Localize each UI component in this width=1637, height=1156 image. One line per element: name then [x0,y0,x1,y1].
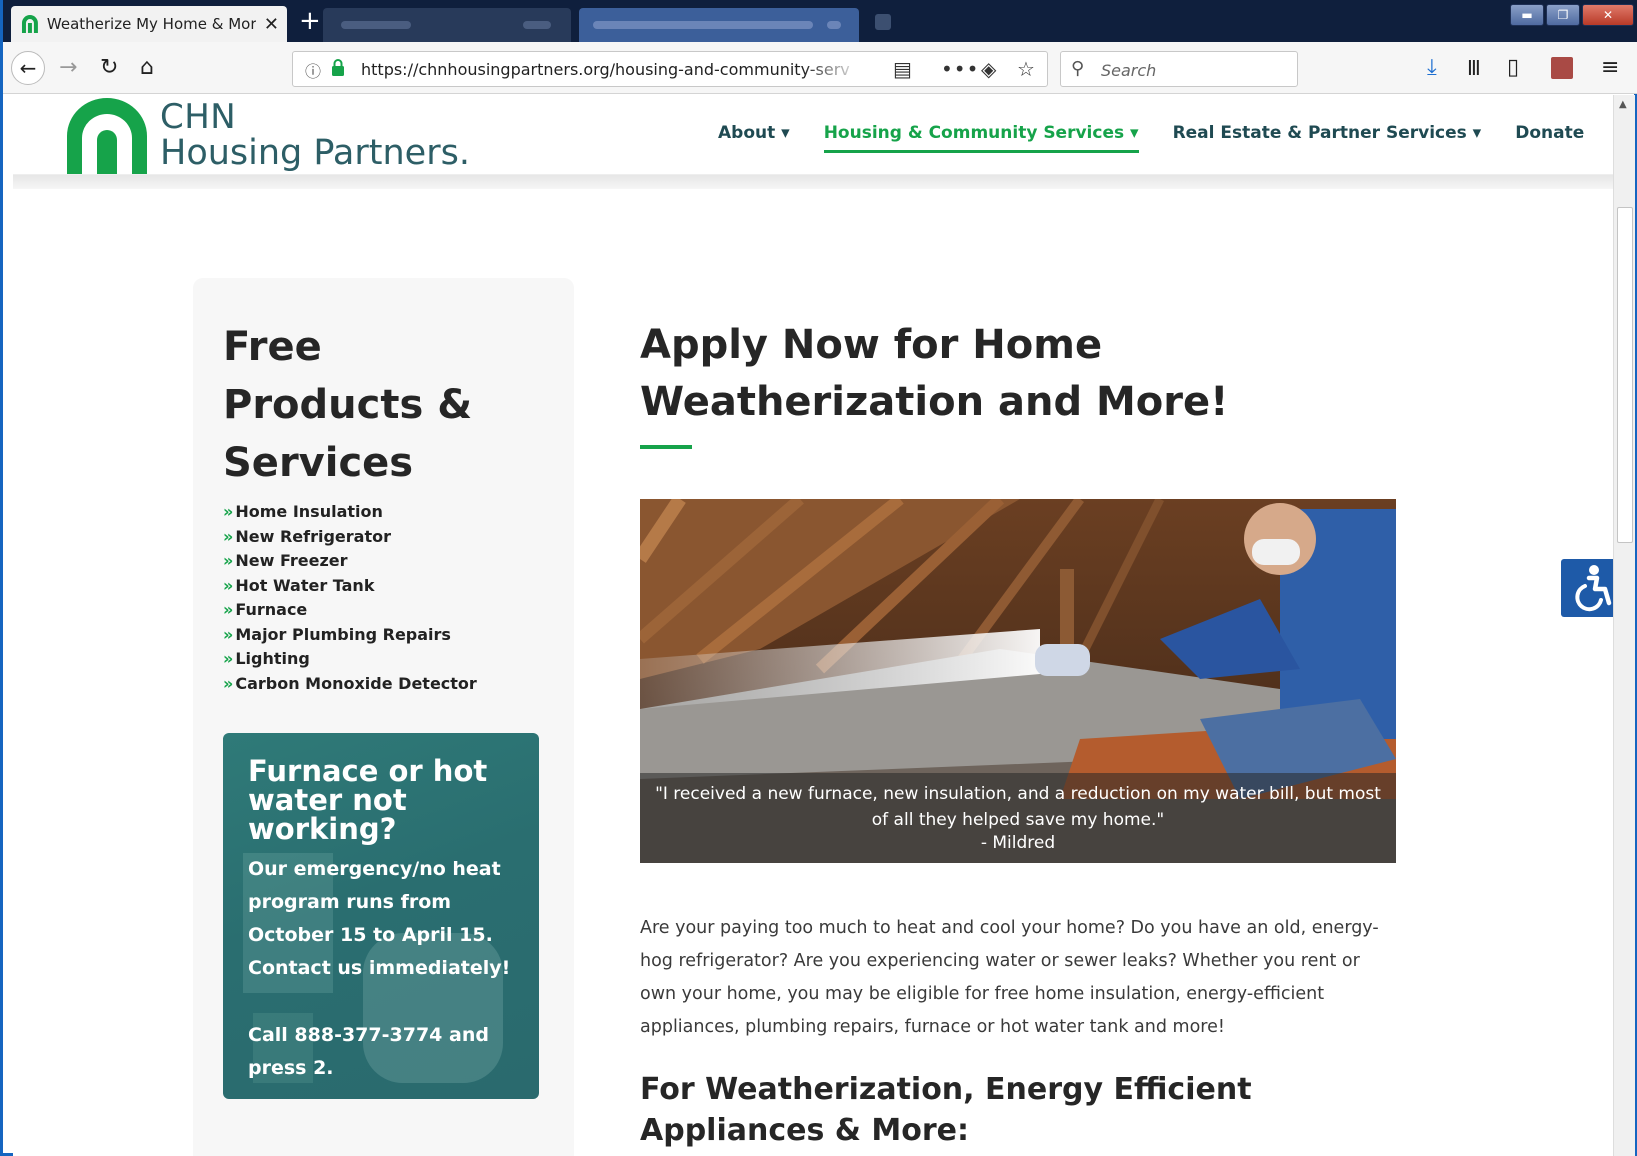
pdf-extension-icon[interactable] [1551,57,1573,79]
page-viewport: CHN Housing Partners. About ▾ Housing & … [13,95,1613,1156]
chevron-right-icon: » [223,673,234,693]
browser-window: Weatherize My Home & More | ✕ + ▬ ❐ ✕ ← … [0,0,1637,1156]
sidebar: Free Products & Services » Home Insulatio… [193,278,574,1156]
site-header: CHN Housing Partners. About ▾ Housing & … [13,95,1613,175]
logo-text-housing-partners[interactable]: Housing Partners. [160,133,470,173]
chevron-right-icon: » [223,502,234,521]
pocket-icon[interactable]: ◈ [981,57,996,81]
nav-housing-community-services[interactable]: Housing & Community Services ▾ [823,123,1139,153]
sidebar-item-carbon-monoxide-detector[interactable]: » Carbon Monoxide Detector [223,672,477,697]
url-text[interactable]: https://chnhousingpartners.org/housing-a… [361,60,851,79]
page-scrollbar[interactable]: ▲ [1613,95,1635,1156]
nav-real-estate-partner-services[interactable]: Real Estate & Partner Services ▾ [1173,123,1482,153]
chevron-right-icon: » [223,624,234,644]
home-icon[interactable]: ⌂ [140,54,154,82]
tab-overflow-icon[interactable] [875,14,891,30]
sidebar-item-home-insulation[interactable]: » Home Insulation [223,500,477,525]
heading-underline [640,445,692,449]
search-placeholder: Search [1101,61,1157,80]
sidebar-item-new-refrigerator[interactable]: » New Refrigerator [223,525,477,550]
reload-icon[interactable]: ↻ [100,54,118,82]
emergency-promo-card: Furnace or hot water not working? Our em… [223,733,539,1099]
testimonial-attribution: - Mildred [980,833,1056,853]
new-tab-button[interactable]: + [299,6,321,36]
promo-heading: Furnace or hot water not working? [248,754,488,846]
promo-call-text: Call 888-377-3774 and press 2. [248,1024,489,1079]
tab-background[interactable] [323,8,571,42]
sidebar-title: Free Products & Services [223,324,473,486]
chevron-right-icon: » [223,575,234,595]
chevron-right-icon: » [223,551,234,570]
sidebar-item-major-plumbing-repairs[interactable]: » Major Plumbing Repairs [223,623,477,648]
chevron-right-icon: » [223,649,234,668]
promo-body: Our emergency/no heat program runs from … [248,858,511,979]
sidebar-toggle-icon[interactable]: ▯ [1507,54,1519,82]
tab-active[interactable]: Weatherize My Home & More | ✕ [11,6,287,42]
chevron-right-icon: » [223,526,234,546]
tab-close-icon[interactable]: ✕ [264,14,279,35]
maximize-button[interactable]: ❐ [1546,4,1580,26]
minimize-button[interactable]: ▬ [1510,4,1544,26]
section-subheading: For Weatherization, Energy Efficient App… [640,1072,1252,1148]
address-bar[interactable]: ⓘ https://chnhousingpartners.org/housing… [292,51,1048,87]
search-box[interactable]: ⚲ Search [1060,51,1298,87]
logo-mark-icon[interactable] [65,98,149,174]
download-icon[interactable]: ⤓ [1427,54,1437,82]
main-nav: About ▾ Housing & Community Services ▾ R… [718,123,1613,153]
browser-toolbar: ← → ↻ ⌂ ⓘ https://chnhousingpartners.org… [3,42,1637,94]
site-favicon-icon [21,15,38,33]
scroll-up-icon[interactable]: ▲ [1619,99,1627,110]
close-window-button[interactable]: ✕ [1582,4,1634,26]
bookmark-star-icon[interactable]: ☆ [1017,57,1035,81]
sidebar-item-lighting[interactable]: » Lighting [223,647,477,672]
wheelchair-icon [1575,565,1612,612]
sidebar-list: » Home Insulation » New Refrigerator » New … [223,500,477,696]
hero-image: "I received a new furnace, new insulatio… [640,499,1396,863]
info-icon[interactable]: ⓘ [305,58,321,82]
nav-about[interactable]: About ▾ [718,123,790,153]
sidebar-item-hot-water-tank[interactable]: » Hot Water Tank [223,574,477,599]
chevron-right-icon: » [223,600,234,619]
page-title: Apply Now for Home Weatherization and Mo… [640,322,1229,425]
tab-title: Weatherize My Home & More | [46,15,256,33]
search-icon: ⚲ [1071,58,1085,79]
back-arrow-icon[interactable]: ← [11,51,45,85]
forward-arrow-icon[interactable]: → [59,54,77,82]
scrollbar-thumb[interactable] [1617,207,1633,543]
page-actions-icon[interactable]: ••• [941,57,979,81]
accessibility-button[interactable] [1561,559,1613,617]
tab-background-2[interactable] [579,8,859,42]
testimonial-quote: "I received a new furnace, new insulatio… [655,784,1381,830]
tab-bar: Weatherize My Home & More | ✕ + ▬ ❐ ✕ [3,0,1637,42]
logo-text-chn[interactable]: CHN [160,97,236,137]
intro-paragraph: Are your paying too much to heat and coo… [640,918,1379,1037]
sidebar-item-furnace[interactable]: » Furnace [223,598,477,623]
sidebar-item-new-freezer[interactable]: » New Freezer [223,549,477,574]
lock-icon[interactable] [331,59,345,76]
menu-icon[interactable]: ≡ [1601,54,1619,82]
nav-donate[interactable]: Donate [1515,123,1584,153]
header-shadow [13,175,1613,189]
reader-view-icon[interactable]: ▤ [893,57,912,81]
library-icon[interactable]: Ⅲ [1467,54,1481,82]
window-controls: ▬ ❐ ✕ [1510,4,1634,26]
hero-caption: "I received a new furnace, new insulatio… [640,773,1396,863]
